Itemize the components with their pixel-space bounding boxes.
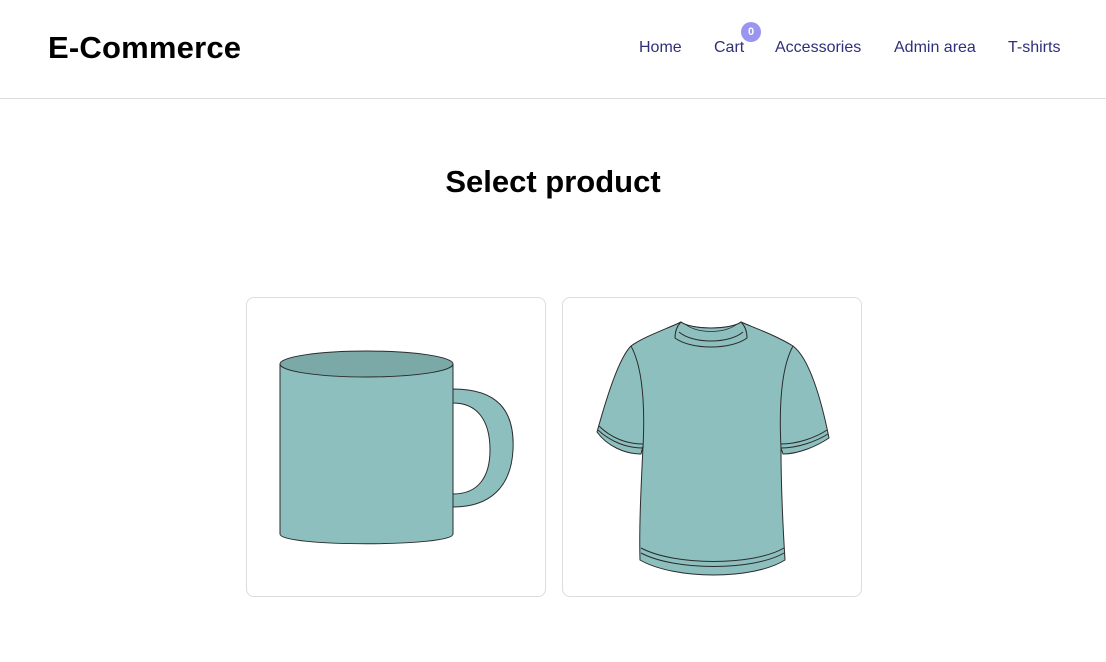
tshirt-icon xyxy=(596,321,830,576)
site-header: E-Commerce Home Cart Accessories Admin a… xyxy=(0,0,1106,99)
mug-icon xyxy=(279,350,514,545)
nav-cart[interactable]: Cart xyxy=(714,38,744,58)
cart-count-badge: 0 xyxy=(741,22,761,42)
product-card-mug[interactable] xyxy=(246,297,546,597)
nav-admin-area[interactable]: Admin area xyxy=(894,38,976,58)
nav-accessories[interactable]: Accessories xyxy=(775,38,861,58)
page-title: Select product xyxy=(445,164,661,199)
product-card-tshirt[interactable] xyxy=(562,297,862,597)
main-nav: Home Cart Accessories Admin area T-shirt… xyxy=(0,38,1106,60)
nav-tshirts[interactable]: T-shirts xyxy=(1008,38,1060,58)
nav-home[interactable]: Home xyxy=(639,38,682,58)
